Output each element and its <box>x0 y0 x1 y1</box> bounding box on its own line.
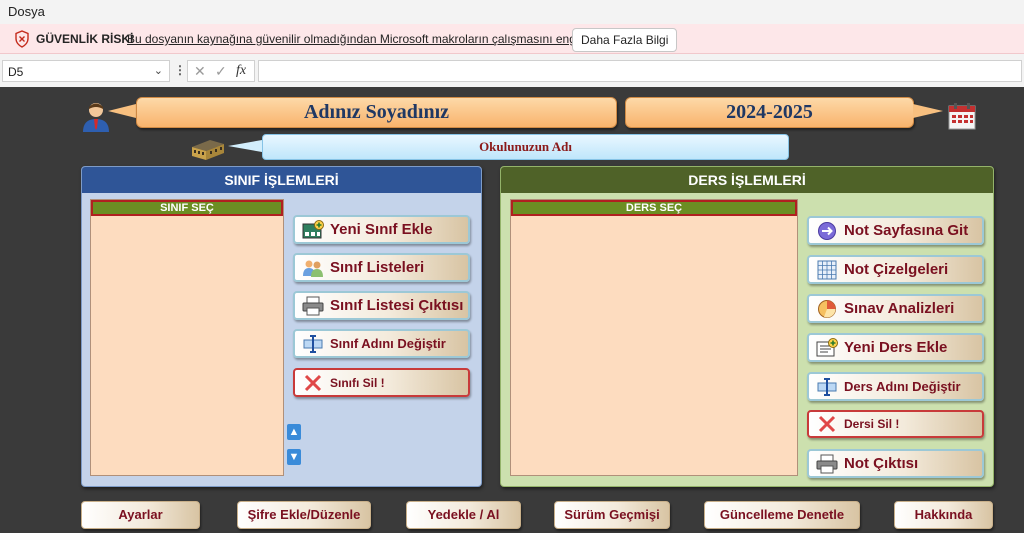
insert-function-icon[interactable]: fx <box>236 63 246 79</box>
exam-analysis-button[interactable]: Sınav Analizleri <box>807 294 984 323</box>
print-grades-button[interactable]: Not Çıktısı <box>807 449 984 478</box>
grade-charts-button[interactable]: Not Çizelgeleri <box>807 255 984 284</box>
delete-icon <box>816 414 838 434</box>
print-grades-label: Not Çıktısı <box>844 455 919 472</box>
rename-course-button[interactable]: Ders Adını Değiştir <box>807 372 984 401</box>
academic-year-banner[interactable]: 2024-2025 <box>625 97 914 128</box>
delete-class-button[interactable]: Sınıfı Sil ! <box>293 368 470 397</box>
arrow-right-icon <box>816 221 838 241</box>
print-class-list-label: Sınıf Listesi Çıktısı <box>330 297 464 314</box>
formula-input[interactable] <box>258 60 1022 82</box>
course-select-title: DERS SEÇ <box>511 200 797 216</box>
class-operations-panel: SINIF İŞLEMLERİ SINIF SEÇ ▲ ▼ Yeni Sınıf… <box>81 166 482 487</box>
calendar-icon <box>948 103 976 130</box>
add-course-icon <box>816 337 838 358</box>
printer-icon <box>816 454 838 474</box>
cancel-icon[interactable]: ✕ <box>194 63 206 80</box>
add-class-button[interactable]: Yeni Sınıf Ekle <box>293 215 470 244</box>
password-button[interactable]: Şifre Ekle/Düzenle <box>237 501 371 529</box>
course-select-list[interactable]: DERS SEÇ <box>510 199 798 476</box>
school-building-icon <box>192 140 224 160</box>
name-box[interactable]: D5 ⌄ <box>2 60 170 82</box>
rename-class-button[interactable]: Sınıf Adını Değiştir <box>293 329 470 358</box>
sheet-area: Adınız Soyadınız 2024-2025 Okulunuzun Ad… <box>0 87 1024 533</box>
school-name-banner[interactable]: Okulunuzun Adı <box>262 134 789 160</box>
more-info-button[interactable]: Daha Fazla Bilgi <box>572 28 678 52</box>
teacher-name-banner[interactable]: Adınız Soyadınız <box>136 97 617 128</box>
banner-pointer <box>108 104 136 118</box>
banner-pointer <box>913 104 943 118</box>
print-class-list-button[interactable]: Sınıf Listesi Çıktısı <box>293 291 470 320</box>
arrow-up-icon[interactable]: ▲ <box>287 424 301 440</box>
class-operations-title: SINIF İŞLEMLERİ <box>82 167 481 193</box>
rename-class-label: Sınıf Adını Değiştir <box>330 336 446 351</box>
delete-icon <box>302 373 324 393</box>
cell-reference: D5 <box>8 65 24 79</box>
more-options-icon[interactable]: ⋮ <box>174 63 186 77</box>
add-course-button[interactable]: Yeni Ders Ekle <box>807 333 984 362</box>
add-class-label: Yeni Sınıf Ekle <box>330 221 433 238</box>
chevron-down-icon[interactable]: ⌄ <box>154 64 163 77</box>
formula-actions: ✕ ✓ fx <box>187 60 255 82</box>
settings-button[interactable]: Ayarlar <box>81 501 200 529</box>
grid-icon <box>816 260 838 280</box>
arrow-down-icon[interactable]: ▼ <box>287 449 301 465</box>
class-lists-button[interactable]: Sınıf Listeleri <box>293 253 470 282</box>
security-message[interactable]: Bu dosyanın kaynağına güvenilir olmadığı… <box>127 32 607 46</box>
delete-course-button[interactable]: Dersi Sil ! <box>807 410 984 438</box>
rename-course-label: Ders Adını Değiştir <box>844 379 961 394</box>
backup-button[interactable]: Yedekle / Al <box>406 501 521 529</box>
exam-analysis-label: Sınav Analizleri <box>844 300 955 317</box>
add-class-icon <box>302 219 324 240</box>
class-select-title: SINIF SEÇ <box>91 200 283 216</box>
delete-class-label: Sınıfı Sil ! <box>330 375 385 390</box>
add-course-label: Yeni Ders Ekle <box>844 339 948 356</box>
people-icon <box>302 258 324 278</box>
text-cursor-icon <box>816 377 838 397</box>
pie-chart-icon <box>816 299 838 319</box>
delete-course-label: Dersi Sil ! <box>844 417 900 431</box>
menu-file[interactable]: Dosya <box>8 4 45 19</box>
check-updates-button[interactable]: Güncelleme Denetle <box>704 501 860 529</box>
menu-bar: Dosya <box>0 0 1024 24</box>
banner-pointer <box>228 140 262 152</box>
confirm-icon[interactable]: ✓ <box>215 63 227 80</box>
version-history-button[interactable]: Sürüm Geçmişi <box>554 501 670 529</box>
shield-warning-icon <box>15 30 29 48</box>
class-select-list[interactable]: SINIF SEÇ <box>90 199 284 476</box>
class-lists-label: Sınıf Listeleri <box>330 259 425 276</box>
security-warning-bar: GÜVENLİK RİSKİ Bu dosyanın kaynağına güv… <box>0 24 1024 54</box>
go-to-grades-button[interactable]: Not Sayfasına Git <box>807 216 984 245</box>
text-cursor-icon <box>302 334 324 354</box>
course-operations-panel: DERS İŞLEMLERİ DERS SEÇ Not Sayfasına Gi… <box>500 166 994 487</box>
printer-icon <box>302 296 324 316</box>
about-button[interactable]: Hakkında <box>894 501 993 529</box>
course-operations-title: DERS İŞLEMLERİ <box>501 167 993 193</box>
grade-charts-label: Not Çizelgeleri <box>844 261 949 278</box>
formula-bar: D5 ⌄ ⋮ ✕ ✓ fx <box>0 58 1024 84</box>
go-to-grades-label: Not Sayfasına Git <box>844 222 969 239</box>
security-title: GÜVENLİK RİSKİ <box>36 32 134 46</box>
